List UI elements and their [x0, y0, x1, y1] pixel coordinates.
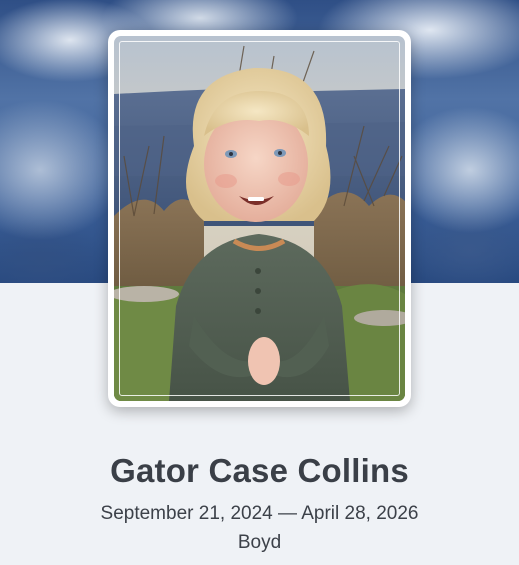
deceased-name: Gator Case Collins	[110, 452, 409, 489]
location: Boyd	[237, 532, 282, 553]
life-dates: September 21, 2024 — April 28, 2026	[100, 503, 419, 524]
portrait-photo	[114, 36, 405, 401]
portrait-card	[108, 30, 411, 407]
